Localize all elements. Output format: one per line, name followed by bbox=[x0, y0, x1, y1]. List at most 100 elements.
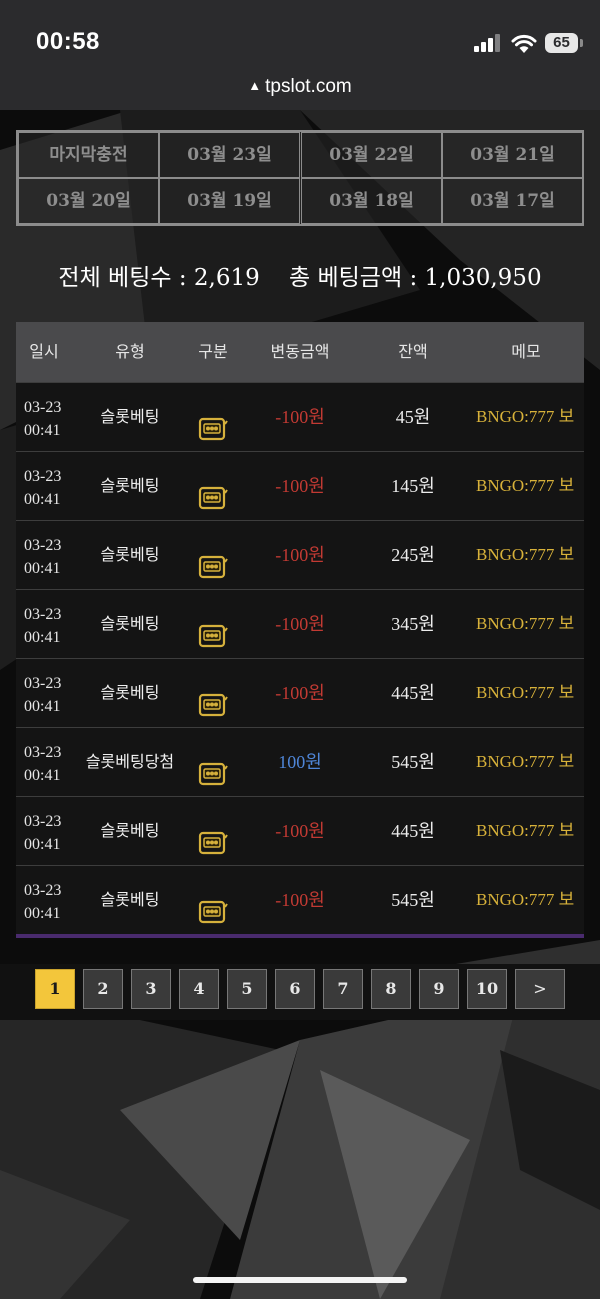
row-change-amount: -100원 bbox=[275, 683, 325, 703]
row-date: 03-23 bbox=[24, 537, 62, 554]
row-date: 03-23 bbox=[24, 882, 62, 899]
date-filter-grid: 마지막충전 03월 23일 03월 22일 03월 21일 03월 20일 03… bbox=[16, 130, 584, 226]
row-date: 03-23 bbox=[24, 606, 62, 623]
header-datetime: 일시 bbox=[29, 342, 59, 361]
row-type: 슬롯베팅 bbox=[100, 407, 160, 426]
date-tab[interactable]: 03월 23일 bbox=[159, 132, 300, 178]
row-memo: BNGO:777 보 bbox=[476, 683, 575, 702]
row-memo: BNGO:777 보 bbox=[476, 476, 575, 495]
battery-level: 65 bbox=[545, 33, 578, 53]
row-type: 슬롯베팅 bbox=[100, 545, 160, 564]
header-balance: 잔액 bbox=[398, 342, 428, 361]
date-tab[interactable]: 03월 19일 bbox=[159, 178, 300, 224]
row-time: 00:41 bbox=[24, 767, 61, 784]
row-type: 슬롯베팅 bbox=[100, 890, 160, 909]
row-datetime: 03-23 00:41 bbox=[24, 810, 61, 856]
row-memo: BNGO:777 보 bbox=[476, 407, 575, 426]
page-button-7[interactable]: 7 bbox=[323, 969, 363, 1009]
bet-amount-value: 1,030,950 bbox=[424, 265, 542, 291]
date-tab-last-charge[interactable]: 마지막충전 bbox=[18, 132, 159, 178]
row-change-amount: -100원 bbox=[275, 545, 325, 565]
row-datetime: 03-23 00:41 bbox=[24, 672, 61, 718]
slot-machine-icon bbox=[198, 748, 228, 786]
row-change-amount: -100원 bbox=[275, 476, 325, 496]
next-page-button[interactable]: > bbox=[515, 969, 565, 1009]
row-balance: 345원 bbox=[391, 614, 435, 634]
page-button-10[interactable]: 10 bbox=[467, 969, 507, 1009]
page-button-5[interactable]: 5 bbox=[227, 969, 267, 1009]
row-type: 슬롯베팅 bbox=[100, 821, 160, 840]
page-button-3[interactable]: 3 bbox=[131, 969, 171, 1009]
page-button-4[interactable]: 4 bbox=[179, 969, 219, 1009]
row-change-amount: 100원 bbox=[278, 752, 322, 772]
date-tab[interactable]: 03월 17일 bbox=[442, 178, 583, 224]
row-datetime: 03-23 00:41 bbox=[24, 396, 61, 442]
row-datetime: 03-23 00:41 bbox=[24, 465, 61, 511]
slot-machine-icon bbox=[198, 472, 228, 510]
warning-icon: ▲ bbox=[248, 78, 262, 93]
row-balance: 445원 bbox=[391, 821, 435, 841]
row-memo: BNGO:777 보 bbox=[476, 545, 575, 564]
row-datetime: 03-23 00:41 bbox=[24, 534, 61, 580]
row-type: 슬롯베팅 bbox=[100, 476, 160, 495]
row-datetime: 03-23 00:41 bbox=[24, 879, 61, 925]
row-date: 03-23 bbox=[24, 813, 62, 830]
slot-machine-icon bbox=[198, 610, 228, 648]
row-memo: BNGO:777 보 bbox=[476, 752, 575, 771]
header-change-amount: 변동금액 bbox=[270, 342, 330, 361]
battery-icon bbox=[580, 39, 583, 47]
page-button-6[interactable]: 6 bbox=[275, 969, 315, 1009]
row-change-amount: -100원 bbox=[275, 614, 325, 634]
row-balance: 445원 bbox=[391, 683, 435, 703]
date-tab[interactable]: 03월 22일 bbox=[301, 132, 442, 178]
page-button-1[interactable]: 1 bbox=[35, 969, 75, 1009]
page-button-9[interactable]: 9 bbox=[419, 969, 459, 1009]
table-row: 03-23 00:41 슬롯베팅당첨 100원 545원 BNGO:777 보 bbox=[16, 727, 584, 796]
table-body: 03-23 00:41 슬롯베팅 -100원 45원 BNGO:777 보 03-23 00:… bbox=[16, 382, 584, 934]
page-button-8[interactable]: 8 bbox=[371, 969, 411, 1009]
date-tab[interactable]: 03월 21일 bbox=[442, 132, 583, 178]
slot-machine-icon bbox=[198, 886, 228, 924]
row-type: 슬롯베팅 bbox=[100, 614, 160, 633]
header-memo: 메모 bbox=[511, 342, 541, 361]
url-text: tpslot.com bbox=[265, 76, 352, 97]
row-time: 00:41 bbox=[24, 836, 61, 853]
date-tab[interactable]: 03월 18일 bbox=[301, 178, 442, 224]
table-row: 03-23 00:41 슬롯베팅 -100원 445원 BNGO:777 보 bbox=[16, 658, 584, 727]
slot-machine-icon bbox=[198, 817, 228, 855]
row-memo: BNGO:777 보 bbox=[476, 614, 575, 633]
slot-machine-icon bbox=[198, 679, 228, 717]
row-time: 00:41 bbox=[24, 422, 61, 439]
row-date: 03-23 bbox=[24, 744, 62, 761]
table-row: 03-23 00:41 슬롯베팅 -100원 145원 BNGO:777 보 bbox=[16, 451, 584, 520]
bet-count-value: 2,619 bbox=[193, 265, 260, 291]
row-datetime: 03-23 00:41 bbox=[24, 603, 61, 649]
bet-amount-label: 총 베팅금액 bbox=[289, 265, 403, 291]
date-tab[interactable]: 03월 20일 bbox=[18, 178, 159, 224]
address-bar[interactable]: ▲ tpslot.com bbox=[0, 76, 600, 98]
row-balance: 545원 bbox=[391, 890, 435, 910]
row-balance: 145원 bbox=[391, 476, 435, 496]
row-type: 슬롯베팅당첨 bbox=[85, 752, 175, 771]
row-time: 00:41 bbox=[24, 698, 61, 715]
table-row: 03-23 00:41 슬롯베팅 -100원 245원 BNGO:777 보 bbox=[16, 520, 584, 589]
bet-count-label: 전체 베팅수 bbox=[58, 265, 172, 291]
table-header: 일시 유형 구분 변동금액 잔액 메모 bbox=[16, 322, 584, 382]
row-date: 03-23 bbox=[24, 675, 62, 692]
header-category: 구분 bbox=[198, 342, 228, 361]
home-indicator bbox=[193, 1277, 407, 1283]
row-time: 00:41 bbox=[24, 629, 61, 646]
betting-summary: 전체 베팅수 : 2,619 총 베팅금액 : 1,030,950 bbox=[58, 265, 542, 291]
page-button-2[interactable]: 2 bbox=[83, 969, 123, 1009]
row-change-amount: -100원 bbox=[275, 407, 325, 427]
table-row: 03-23 00:41 슬롯베팅 -100원 345원 BNGO:777 보 bbox=[16, 589, 584, 658]
cellular-signal-icon bbox=[474, 34, 504, 52]
status-time: 00:58 bbox=[36, 28, 100, 55]
row-change-amount: -100원 bbox=[275, 821, 325, 841]
header-type: 유형 bbox=[115, 342, 145, 361]
row-type: 슬롯베팅 bbox=[100, 683, 160, 702]
row-datetime: 03-23 00:41 bbox=[24, 741, 61, 787]
row-balance: 545원 bbox=[391, 752, 435, 772]
row-date: 03-23 bbox=[24, 399, 62, 416]
row-balance: 245원 bbox=[391, 545, 435, 565]
